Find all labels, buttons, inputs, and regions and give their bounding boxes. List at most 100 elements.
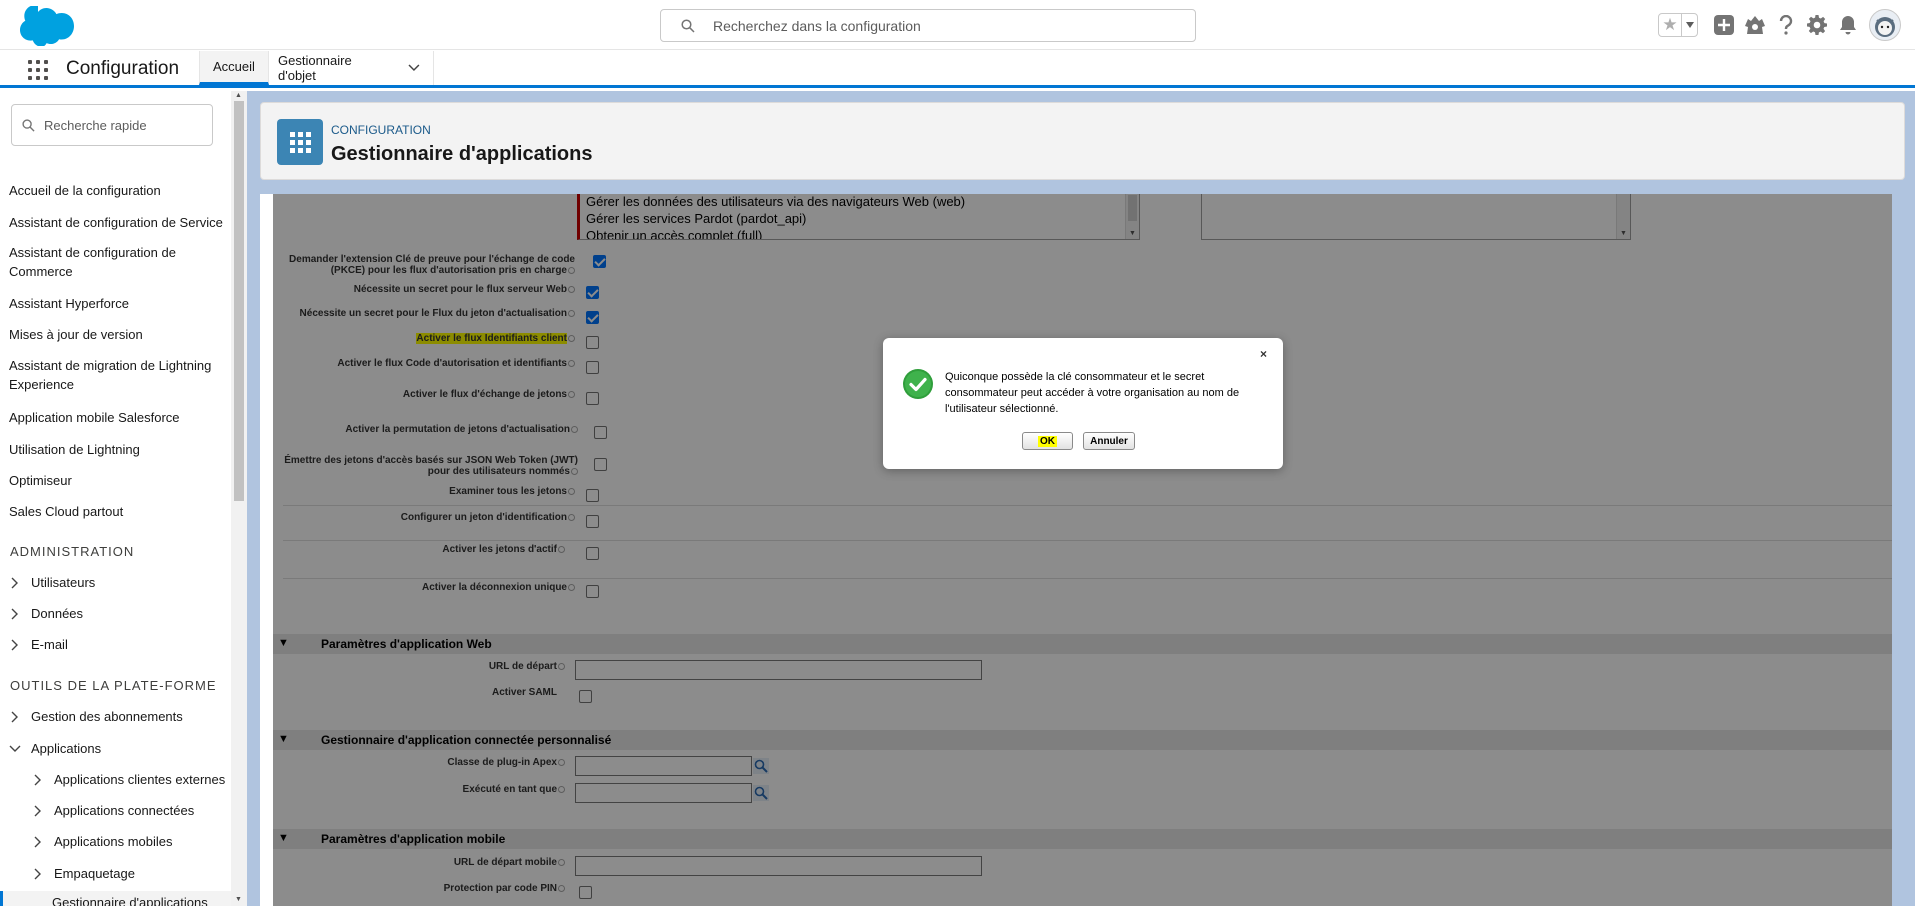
setup-gear-icon[interactable] bbox=[1801, 8, 1832, 42]
available-list[interactable]: ▼ bbox=[1201, 194, 1631, 240]
sidebar-item-commerce-setup[interactable]: Assistant de configuration de Commerce bbox=[9, 243, 231, 281]
chevron-down-icon[interactable] bbox=[408, 64, 420, 72]
run-as-input[interactable] bbox=[575, 783, 752, 803]
close-icon[interactable]: × bbox=[1260, 347, 1267, 361]
checkbox-pin-protection[interactable] bbox=[579, 886, 592, 899]
checkbox-single-logout[interactable] bbox=[586, 585, 599, 598]
sidebar-item-optimizer[interactable]: Optimiseur bbox=[9, 471, 231, 490]
section-custom-handler[interactable]: ▼ Gestionnaire d'application connectée p… bbox=[273, 730, 1892, 750]
info-icon[interactable] bbox=[568, 487, 575, 495]
info-icon[interactable] bbox=[568, 334, 575, 342]
info-icon[interactable] bbox=[568, 266, 575, 274]
info-icon[interactable] bbox=[558, 758, 565, 766]
info-icon[interactable] bbox=[568, 583, 575, 591]
info-icon[interactable] bbox=[568, 390, 575, 398]
collapse-triangle-icon[interactable]: ▼ bbox=[278, 733, 289, 745]
info-icon[interactable] bbox=[571, 425, 578, 433]
global-search[interactable] bbox=[660, 9, 1196, 42]
info-icon[interactable] bbox=[558, 785, 565, 793]
info-icon[interactable] bbox=[568, 309, 575, 317]
sidebar-scrollbar[interactable]: ▲ ▼ bbox=[231, 91, 247, 906]
global-actions-plus-icon[interactable] bbox=[1708, 8, 1739, 42]
lookup-icon[interactable] bbox=[753, 785, 769, 801]
checkbox-auth-code-credentials-flow[interactable] bbox=[586, 361, 599, 374]
notifications-bell-icon[interactable] bbox=[1832, 8, 1863, 42]
scroll-down-icon[interactable]: ▼ bbox=[1620, 230, 1627, 237]
scroll-up-icon[interactable]: ▲ bbox=[235, 92, 242, 99]
favorites-dropdown-icon[interactable] bbox=[1682, 14, 1697, 36]
page-header: CONFIGURATION Gestionnaire d'application… bbox=[260, 102, 1905, 180]
sidebar-item-apps[interactable]: Applications bbox=[8, 741, 101, 756]
sidebar-item-external-client-apps[interactable]: Applications clientes externes bbox=[31, 772, 225, 787]
checkbox-refresh-token-rotation[interactable] bbox=[594, 426, 607, 439]
scope-option[interactable]: Gérer les données des utilisateurs via d… bbox=[580, 194, 1139, 210]
cancel-button[interactable]: Annuler bbox=[1083, 432, 1135, 450]
sidebar-item-data[interactable]: Données bbox=[8, 606, 83, 621]
checkbox-introspect-all-tokens[interactable] bbox=[586, 489, 599, 502]
scroll-down-icon[interactable]: ▼ bbox=[235, 896, 242, 903]
sidebar-item-sales-cloud-everywhere[interactable]: Sales Cloud partout bbox=[9, 502, 231, 521]
info-icon[interactable] bbox=[558, 858, 565, 866]
collapse-triangle-icon[interactable]: ▼ bbox=[278, 637, 289, 649]
global-search-input[interactable] bbox=[713, 10, 1183, 41]
mobile-start-url-input[interactable] bbox=[575, 856, 982, 876]
checkbox-id-token[interactable] bbox=[586, 515, 599, 528]
list-scrollbar[interactable]: ▼ bbox=[1616, 194, 1630, 239]
sidebar-item-setup-home[interactable]: Accueil de la configuration bbox=[9, 181, 231, 200]
scope-option[interactable]: Obtenir un accès complet (full) bbox=[580, 227, 1139, 239]
scrollbar-thumb[interactable] bbox=[234, 101, 244, 501]
sidebar-item-email[interactable]: E-mail bbox=[8, 637, 68, 652]
sidebar-item-packaging[interactable]: Empaquetage bbox=[31, 866, 135, 881]
sidebar-item-app-manager[interactable]: Gestionnaire d'applications bbox=[0, 891, 231, 906]
tab-home[interactable]: Accueil bbox=[199, 51, 269, 85]
quick-find[interactable] bbox=[11, 104, 213, 146]
scopes-scrollbar[interactable]: ▼ bbox=[1125, 194, 1139, 239]
selected-oauth-scopes-list[interactable]: Gérer les données des utilisateurs via d… bbox=[577, 194, 1140, 240]
help-icon[interactable] bbox=[1770, 8, 1801, 42]
apex-plugin-class-input[interactable] bbox=[575, 756, 752, 776]
checkbox-client-credentials-flow[interactable] bbox=[586, 336, 599, 349]
trailhead-icon[interactable] bbox=[1739, 8, 1770, 42]
app-launcher-icon[interactable] bbox=[28, 60, 48, 80]
sidebar-item-connected-apps[interactable]: Applications connectées bbox=[31, 803, 194, 818]
info-icon[interactable] bbox=[568, 359, 575, 367]
collapse-triangle-icon[interactable]: ▼ bbox=[278, 832, 289, 844]
quick-find-input[interactable] bbox=[44, 105, 204, 145]
sidebar-item-mobile-app[interactable]: Application mobile Salesforce bbox=[9, 408, 231, 427]
start-url-input[interactable] bbox=[575, 660, 982, 680]
sidebar-item-release-updates[interactable]: Mises à jour de version bbox=[9, 325, 231, 344]
chevron-right-icon bbox=[11, 577, 18, 588]
scroll-down-icon[interactable]: ▼ bbox=[1129, 230, 1136, 237]
checkbox-require-secret-web-server[interactable] bbox=[586, 286, 599, 299]
sidebar-item-lightning-usage[interactable]: Utilisation de Lightning bbox=[9, 440, 231, 459]
tab-object-manager[interactable]: Gestionnaire d'objet bbox=[265, 51, 434, 85]
section-mobile-app-settings[interactable]: ▼ Paramètres d'application mobile bbox=[273, 829, 1892, 849]
sidebar-item-service-setup[interactable]: Assistant de configuration de Service bbox=[9, 213, 231, 232]
checkbox-token-exchange-flow[interactable] bbox=[586, 392, 599, 405]
checkbox-pkce[interactable] bbox=[593, 255, 606, 268]
info-icon[interactable] bbox=[568, 285, 575, 293]
info-icon[interactable] bbox=[558, 662, 565, 670]
info-icon[interactable] bbox=[568, 513, 575, 521]
ok-button[interactable]: OK bbox=[1022, 432, 1073, 450]
checkbox-jwt-access-tokens[interactable] bbox=[594, 458, 607, 471]
favorites-star-icon[interactable]: ★ bbox=[1659, 14, 1682, 36]
sidebar-item-users[interactable]: Utilisateurs bbox=[8, 575, 95, 590]
scrollbar-thumb[interactable] bbox=[1128, 195, 1137, 221]
info-icon[interactable] bbox=[558, 884, 565, 892]
sidebar-item-hyperforce[interactable]: Assistant Hyperforce bbox=[9, 294, 231, 313]
info-icon[interactable] bbox=[558, 545, 565, 553]
salesforce-logo[interactable] bbox=[12, 6, 74, 46]
checkbox-enable-saml[interactable] bbox=[579, 690, 592, 703]
checkbox-asset-tokens[interactable] bbox=[586, 547, 599, 560]
sidebar-item-subscription-management[interactable]: Gestion des abonnements bbox=[8, 709, 183, 724]
sidebar-item-mobile-apps[interactable]: Applications mobiles bbox=[31, 834, 173, 849]
user-avatar[interactable] bbox=[1869, 9, 1901, 41]
scope-option[interactable]: Gérer les services Pardot (pardot_api) bbox=[580, 210, 1139, 227]
section-web-app-settings[interactable]: ▼ Paramètres d'application Web bbox=[273, 634, 1892, 654]
info-icon[interactable] bbox=[571, 467, 578, 475]
lookup-icon[interactable] bbox=[753, 758, 769, 774]
label-run-as: Exécuté en tant que bbox=[275, 784, 565, 795]
sidebar-item-lightning-migration[interactable]: Assistant de migration de Lightning Expe… bbox=[9, 356, 231, 394]
checkbox-require-secret-refresh-token[interactable] bbox=[586, 311, 599, 324]
